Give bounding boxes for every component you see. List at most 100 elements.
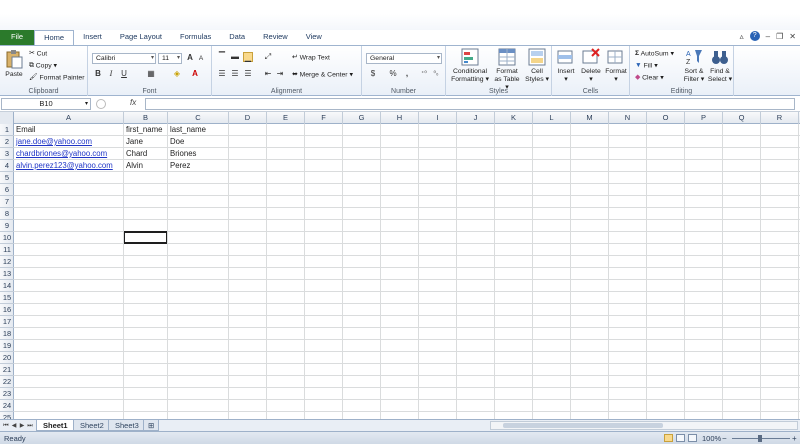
email-link-cell[interactable]: chardbriones@yahoo.com [14, 148, 124, 160]
percent-button[interactable]: % [388, 69, 398, 79]
cut-button[interactable]: ✂ Cut [29, 49, 47, 58]
row-header[interactable]: 3 [0, 148, 14, 160]
align-left-button[interactable]: ☰ [217, 69, 227, 79]
fill-color-button[interactable]: ◈ [172, 69, 182, 79]
format-cells-button[interactable]: Format ▾ [604, 48, 628, 84]
row-header[interactable]: 1 [0, 124, 14, 136]
row-header[interactable]: 6 [0, 184, 14, 196]
sheet-tab-sheet2[interactable]: Sheet2 [73, 420, 111, 431]
column-header[interactable]: E [267, 112, 305, 124]
table-cell[interactable]: Perez [168, 160, 229, 172]
grow-font-button[interactable]: A [185, 53, 195, 63]
help-icon[interactable]: ? [749, 31, 760, 41]
email-link-cell[interactable]: alvin.perez123@yahoo.com [14, 160, 124, 172]
bold-button[interactable]: B [93, 69, 103, 79]
sheet-tab-sheet1[interactable]: Sheet1 [36, 420, 75, 431]
row-header[interactable]: 14 [0, 280, 14, 292]
decrease-indent-button[interactable]: ⇤ [263, 69, 273, 79]
last-sheet-icon[interactable]: ⏭ [26, 421, 34, 431]
minimize-window-icon[interactable]: – [766, 31, 770, 43]
table-cell[interactable]: Alvin [124, 160, 168, 172]
align-bottom-button[interactable]: ▁ [243, 52, 253, 62]
close-window-icon[interactable]: ✕ [789, 31, 796, 43]
column-header[interactable]: F [305, 112, 343, 124]
column-header[interactable]: A [14, 112, 124, 124]
font-color-button[interactable]: A [190, 69, 200, 79]
name-box[interactable]: B10 ▾ [1, 98, 91, 110]
align-right-button[interactable]: ☰ [243, 69, 253, 79]
column-header[interactable]: J [457, 112, 495, 124]
row-header[interactable]: 22 [0, 376, 14, 388]
tab-view[interactable]: View [297, 30, 331, 45]
wrap-text-button[interactable]: ↵ Wrap Text [292, 53, 330, 62]
row-header[interactable]: 21 [0, 364, 14, 376]
column-header[interactable]: D [229, 112, 267, 124]
tab-file[interactable]: File [0, 30, 35, 45]
formula-input[interactable] [145, 98, 795, 110]
normal-view-button[interactable] [664, 434, 673, 442]
table-cell[interactable]: Email [14, 124, 124, 136]
zoom-out-button[interactable]: − [722, 433, 727, 444]
format-painter-button[interactable]: 🖌 Format Painter [29, 73, 84, 82]
column-header[interactable]: P [685, 112, 723, 124]
number-format-select[interactable]: General ▾ [366, 53, 442, 64]
table-cell[interactable]: last_name [168, 124, 229, 136]
table-cell[interactable]: Doe [168, 136, 229, 148]
comma-button[interactable]: , [402, 69, 412, 79]
row-header[interactable]: 5 [0, 172, 14, 184]
tab-formulas[interactable]: Formulas [171, 30, 220, 45]
tab-page-layout[interactable]: Page Layout [111, 30, 171, 45]
column-header[interactable]: K [495, 112, 533, 124]
row-header[interactable]: 19 [0, 340, 14, 352]
align-top-button[interactable]: ▔ [217, 52, 227, 62]
underline-button[interactable]: U [119, 69, 129, 79]
tab-review[interactable]: Review [254, 30, 297, 45]
row-header[interactable]: 13 [0, 268, 14, 280]
row-header[interactable]: 20 [0, 352, 14, 364]
find-select-button[interactable]: Find & Select ▾ [707, 48, 733, 84]
fill-button[interactable]: ▼ Fill ▾ [635, 61, 658, 70]
selected-cell[interactable] [123, 231, 168, 244]
insert-function-button[interactable]: fx [130, 98, 136, 107]
clear-button[interactable]: ◆ Clear ▾ [635, 73, 664, 82]
row-header[interactable]: 17 [0, 316, 14, 328]
borders-button[interactable]: ▦ [146, 69, 156, 79]
cell-styles-button[interactable]: Cell Styles ▾ [524, 48, 550, 84]
row-header[interactable]: 11 [0, 244, 14, 256]
table-cell[interactable]: first_name [124, 124, 168, 136]
font-size-select[interactable]: 11 ▾ [158, 53, 182, 64]
next-sheet-icon[interactable]: ▶ [18, 421, 26, 431]
tab-home[interactable]: Home [34, 30, 75, 45]
minimize-ribbon-icon[interactable]: ▵ [740, 31, 744, 43]
sheet-tab-sheet3[interactable]: Sheet3 [108, 420, 146, 431]
row-header[interactable]: 15 [0, 292, 14, 304]
column-header[interactable]: I [419, 112, 457, 124]
increase-indent-button[interactable]: ⇥ [275, 69, 285, 79]
email-link-cell[interactable]: jane.doe@yahoo.com [14, 136, 124, 148]
row-header[interactable]: 16 [0, 304, 14, 316]
insert-sheet-button[interactable]: ⊞ [143, 420, 160, 431]
row-header[interactable]: 4 [0, 160, 14, 172]
column-header[interactable]: O [647, 112, 685, 124]
column-header[interactable]: Q [723, 112, 761, 124]
currency-button[interactable]: $ [368, 69, 378, 79]
page-layout-view-button[interactable] [676, 434, 685, 442]
table-cell[interactable]: Briones [168, 148, 229, 160]
column-header[interactable]: N [609, 112, 647, 124]
merge-center-button[interactable]: ⬌ Merge & Center ▾ [292, 70, 353, 79]
sort-filter-button[interactable]: AZ Sort & Filter ▾ [681, 48, 707, 84]
zoom-level[interactable]: 100% [702, 433, 721, 444]
scrollbar-thumb[interactable] [503, 423, 663, 428]
column-header[interactable]: R [761, 112, 799, 124]
format-as-table-button[interactable]: Format as Table ▾ [492, 48, 522, 92]
row-header[interactable]: 24 [0, 400, 14, 412]
row-header[interactable]: 12 [0, 256, 14, 268]
zoom-in-button[interactable]: + [792, 433, 797, 444]
table-cell[interactable]: Chard [124, 148, 168, 160]
align-middle-button[interactable]: ▬ [230, 52, 240, 62]
horizontal-scrollbar[interactable] [490, 421, 798, 430]
select-all-button[interactable] [0, 112, 14, 124]
table-cell[interactable]: Jane [124, 136, 168, 148]
insert-cells-button[interactable]: Insert ▾ [554, 48, 578, 84]
paste-button[interactable]: Paste [3, 49, 25, 79]
